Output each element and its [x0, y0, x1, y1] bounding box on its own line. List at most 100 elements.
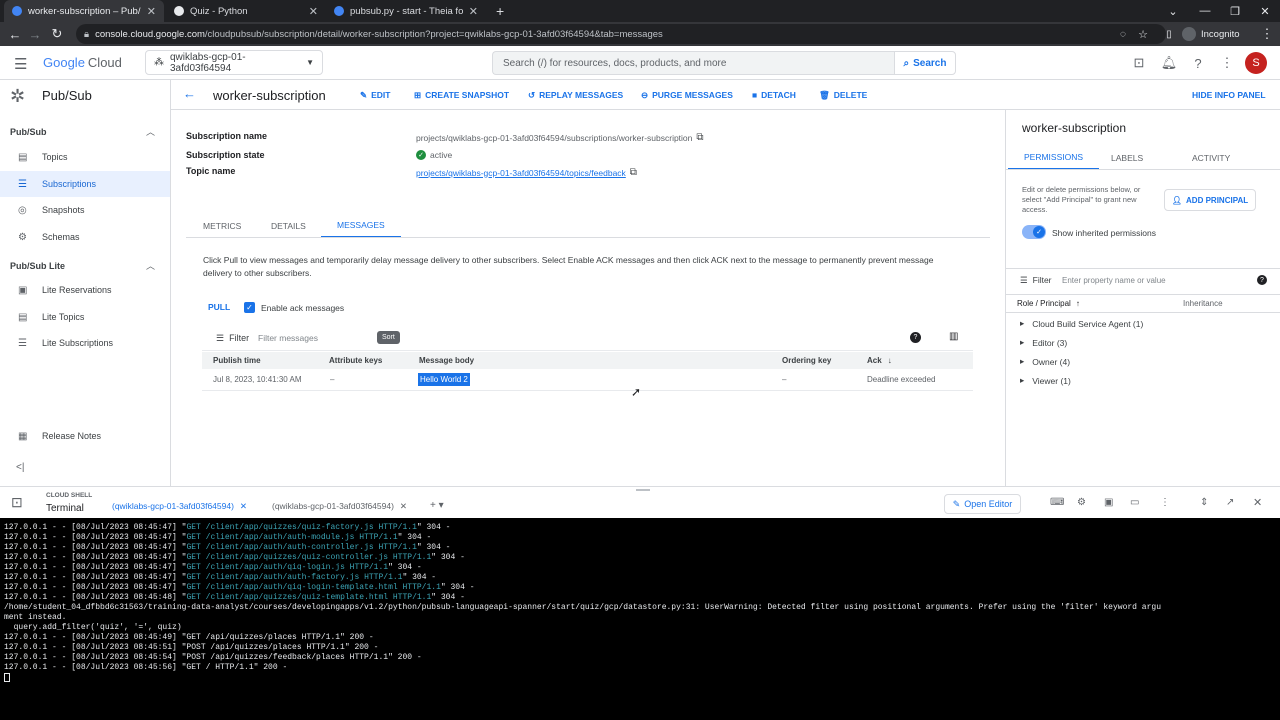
incognito-indicator[interactable]: Incognito — [1182, 24, 1240, 44]
sidebar-section-pubsub[interactable]: Pub/Sub — [10, 127, 47, 137]
new-tab-button[interactable]: + — [488, 0, 510, 22]
star-icon[interactable]: ☆ — [1132, 22, 1154, 46]
purge-messages-button[interactable]: ⊖ PURGE MESSAGES — [641, 80, 733, 110]
role-row[interactable]: ▸ Viewer (1) — [1020, 375, 1071, 386]
project-selector[interactable]: ⁂ qwiklabs-gcp-01-3afd03f64594 ▼ — [145, 50, 323, 75]
col-message-body[interactable]: Message body — [419, 356, 474, 365]
google-cloud-logo[interactable]: Google Cloud — [43, 55, 122, 70]
resize-handle[interactable] — [636, 489, 650, 491]
settings-gear-icon[interactable]: ⚙ — [1077, 497, 1086, 508]
help-icon[interactable]: ? — [1189, 54, 1207, 72]
enable-ack-checkbox[interactable]: ✓ Enable ack messages — [244, 302, 344, 313]
filter-button[interactable]: ☰ Filter — [1020, 275, 1052, 286]
notifications-bell-icon[interactable]: 🔔︎ — [1160, 54, 1178, 72]
tab-search-icon[interactable]: ⌄ — [1158, 0, 1188, 22]
hide-info-panel-button[interactable]: HIDE INFO PANEL — [1192, 80, 1266, 110]
property-filter-input[interactable]: Enter property name or value — [1062, 276, 1166, 285]
role-row[interactable]: ▸ Cloud Build Service Agent (1) — [1020, 318, 1143, 329]
terminal-status: " 304 - — [397, 533, 432, 542]
sidebar-item-topics[interactable]: ▤ Topics — [0, 144, 170, 170]
cloud-shell-icon[interactable]: ⊡ — [1130, 54, 1148, 72]
close-tab-icon[interactable]: ✕ — [309, 5, 318, 18]
shell-tab-2[interactable]: (qwiklabs-gcp-01-3afd03f64594) ✕ — [272, 501, 407, 512]
col-attribute-keys[interactable]: Attribute keys — [329, 356, 382, 365]
terminal-request: GET /client/app/auth/qiq-login-template.… — [186, 583, 441, 592]
add-principal-button[interactable]: 👤︎ ADD PRINCIPAL — [1164, 189, 1256, 211]
eye-off-icon[interactable]: ◌ — [1112, 22, 1134, 46]
keyboard-icon[interactable]: ⌨ — [1050, 497, 1064, 508]
close-icon[interactable]: ✕ — [1253, 496, 1262, 509]
more-options-icon[interactable]: ⋮ — [1160, 497, 1170, 508]
copy-icon[interactable]: ⧉ — [696, 132, 703, 143]
close-icon[interactable]: ✕ — [400, 501, 407, 512]
show-inherited-toggle[interactable]: ✓ — [1022, 225, 1046, 239]
hamburger-menu-icon[interactable]: ☰ — [14, 55, 27, 73]
replay-messages-button[interactable]: ↺ REPLAY MESSAGES — [528, 80, 623, 110]
restore-icon[interactable]: ❐ — [1220, 0, 1250, 22]
open-new-window-icon[interactable]: ↗ — [1226, 497, 1234, 508]
sidebar-section-pubsub-lite[interactable]: Pub/Sub Lite — [10, 261, 65, 271]
col-role-principal[interactable]: Role / Principal ↑ — [1017, 299, 1080, 308]
subscription-name-value: projects/qwiklabs-gcp-01-3afd03f64594/su… — [416, 132, 704, 143]
col-ordering-key[interactable]: Ordering key — [782, 356, 831, 365]
add-tab-icon[interactable]: + ▾ — [430, 500, 444, 511]
sidebar-item-subscriptions[interactable]: ☰ Subscriptions — [0, 171, 170, 197]
reload-icon[interactable]: ↻ — [46, 22, 68, 46]
search-button[interactable]: ⌕ Search — [894, 51, 956, 75]
tab-activity[interactable]: ACTIVITY — [1176, 146, 1246, 170]
pull-button[interactable]: PULL — [208, 302, 230, 312]
browser-tab-quiz[interactable]: Quiz - Python ✕ — [166, 0, 326, 22]
edit-button[interactable]: ✎ EDIT — [360, 80, 391, 110]
back-arrow-icon[interactable]: ← — [4, 22, 26, 46]
forward-arrow-icon[interactable]: → — [24, 22, 46, 46]
avatar[interactable]: S — [1245, 52, 1267, 74]
col-ack[interactable]: Ack ↓ — [867, 356, 892, 365]
role-row[interactable]: ▸ Owner (4) — [1020, 356, 1070, 367]
search-input[interactable]: Search (/) for resources, docs, products… — [492, 51, 894, 75]
browser-menu-icon[interactable]: ⋮ — [1256, 22, 1278, 46]
layout-icon[interactable]: ▭ — [1130, 497, 1139, 508]
filter-button[interactable]: ☰ Filter — [216, 333, 249, 344]
create-snapshot-button[interactable]: ⊞ CREATE SNAPSHOT — [414, 80, 509, 110]
collapse-chevron-icon[interactable]: ︿ — [146, 125, 155, 138]
help-icon[interactable]: ? — [910, 332, 921, 343]
copy-icon[interactable]: ⧉ — [630, 167, 637, 178]
sidebar-item-release-notes[interactable]: ▦ Release Notes — [0, 423, 170, 449]
close-tab-icon[interactable]: ✕ — [147, 5, 156, 18]
tab-labels[interactable]: LABELS — [1095, 146, 1159, 170]
expand-icon[interactable]: ⇕ — [1200, 497, 1208, 508]
help-icon[interactable]: ? — [1257, 275, 1267, 285]
col-publish-time[interactable]: Publish time — [213, 356, 261, 365]
close-tab-icon[interactable]: ✕ — [469, 5, 478, 18]
detach-button[interactable]: ■ DETACH — [752, 80, 796, 110]
browser-tab-pubsub[interactable]: worker-subscription – Pub/Sub – … ✕ — [4, 0, 164, 22]
sidebar-item-snapshots[interactable]: ◎ Snapshots — [0, 197, 170, 223]
url-field[interactable]: 🔒︎ console.cloud.google.com /cloudpubsub… — [76, 24, 1166, 44]
tab-messages[interactable]: MESSAGES — [321, 214, 401, 238]
sidebar-item-lite-topics[interactable]: ▤ Lite Topics — [0, 304, 170, 330]
sidebar-icon[interactable]: ▯ — [1158, 22, 1180, 46]
collapse-chevron-icon[interactable]: ︿ — [146, 259, 155, 272]
close-icon[interactable]: ✕ — [240, 501, 247, 512]
tab-permissions[interactable]: PERMISSIONS — [1008, 146, 1100, 170]
tab-metrics[interactable]: METRICS — [187, 214, 257, 238]
role-row[interactable]: ▸ Editor (3) — [1020, 337, 1067, 348]
column-display-icon[interactable]: ▥ — [949, 331, 958, 342]
collapse-sidebar-icon[interactable]: <| — [16, 462, 24, 473]
tab-details[interactable]: DETAILS — [255, 214, 322, 238]
more-options-icon[interactable]: ⋮ — [1218, 54, 1236, 72]
delete-button[interactable]: 🗑︎ DELETE — [819, 80, 867, 110]
shell-tab-1[interactable]: (qwiklabs-gcp-01-3afd03f64594) ✕ — [112, 501, 247, 512]
topic-link[interactable]: projects/qwiklabs-gcp-01-3afd03f64594/to… — [416, 168, 626, 178]
filter-input[interactable]: Filter messages — [258, 333, 318, 343]
sidebar-item-schemas[interactable]: ⚙ Schemas — [0, 224, 170, 250]
close-window-icon[interactable]: ✕ — [1250, 0, 1280, 22]
web-preview-icon[interactable]: ▣ — [1104, 497, 1113, 508]
browser-tab-theia[interactable]: pubsub.py - start - Theia for Clo… ✕ — [326, 0, 486, 22]
back-arrow-icon[interactable]: ← — [183, 86, 196, 101]
open-editor-button[interactable]: ✎ Open Editor — [944, 494, 1021, 514]
terminal-output[interactable]: 127.0.0.1 - - [08/Jul/2023 08:45:47] "GE… — [0, 518, 1280, 720]
sidebar-item-lite-subscriptions[interactable]: ☰ Lite Subscriptions — [0, 330, 170, 356]
sidebar-item-lite-reservations[interactable]: ▣ Lite Reservations — [0, 277, 170, 303]
minimize-icon[interactable]: — — [1190, 0, 1220, 22]
